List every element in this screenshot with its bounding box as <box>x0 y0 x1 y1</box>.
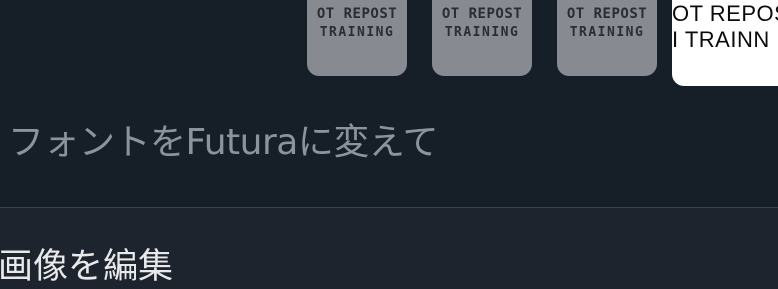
font-change-suggestion[interactable]: フォントをFuturaに変えて <box>8 113 439 165</box>
edit-image-heading[interactable]: 画像を編集 <box>0 238 173 289</box>
thumbnail-line-1: OT REPOST <box>316 6 398 22</box>
image-options-area: OT REPOST TRAINING OT REPOST TRAINING OT… <box>0 0 778 207</box>
thumbnail-line-2: TRAINING <box>319 25 395 40</box>
thumbnail-line-2: TRAINING <box>444 25 520 40</box>
thumbnail-line-1: OT REPOST <box>441 6 523 22</box>
thumbnail-line-1: OT REPOST <box>566 6 648 22</box>
font-style-thumbnail-selected[interactable]: OT REPOS I TRAINN <box>672 0 778 86</box>
font-style-thumbnail-2[interactable]: OT REPOST TRAINING <box>432 0 532 76</box>
font-style-thumbnail-3[interactable]: OT REPOST TRAINING <box>557 0 657 76</box>
font-style-thumbnail-1[interactable]: OT REPOST TRAINING <box>307 0 407 76</box>
thumbnail-line-1: OT REPOS <box>672 1 778 26</box>
thumbnail-line-2: TRAINING <box>569 25 645 40</box>
thumbnail-line-2: I TRAINN <box>672 27 770 52</box>
